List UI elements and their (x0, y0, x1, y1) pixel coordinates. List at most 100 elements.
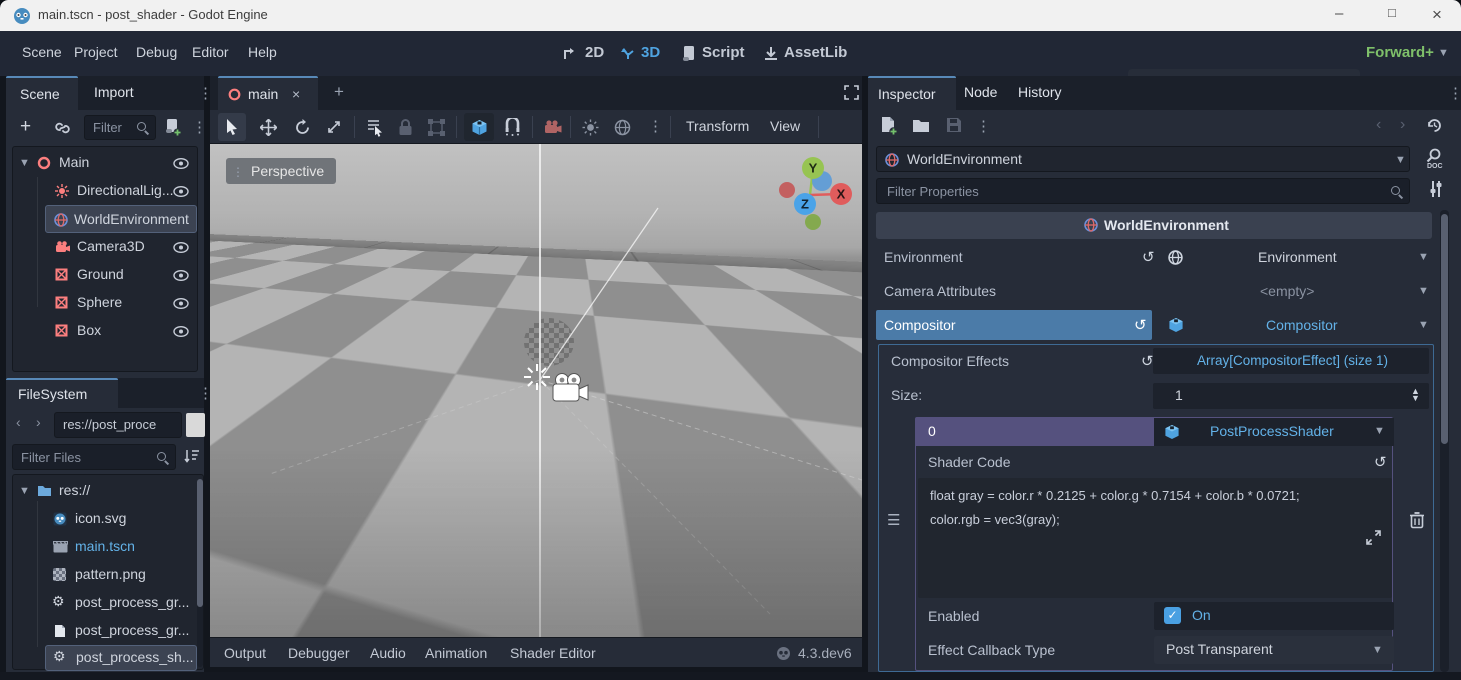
tab-main-scene[interactable]: main × (218, 76, 318, 110)
element-index-header[interactable]: 0 (916, 418, 1154, 446)
tab-inspector[interactable]: Inspector (868, 76, 956, 110)
expand-viewport-icon[interactable] (844, 85, 859, 100)
visibility-eye-icon[interactable] (173, 270, 189, 281)
tab-import[interactable]: Import (94, 84, 134, 100)
tree-row-main[interactable]: ▼ Main (13, 149, 197, 177)
workspace-script[interactable]: Script (702, 44, 745, 61)
class-section-header[interactable]: WorldEnvironment (876, 212, 1432, 239)
tab-history[interactable]: History (1018, 84, 1062, 100)
file-row-post-process-resource[interactable]: post_process_gr... (13, 617, 195, 645)
save-resource-icon[interactable] (946, 117, 962, 133)
file-row-post-process-grayscale[interactable]: ⚙ post_process_gr... (13, 589, 195, 617)
file-row-icon-svg[interactable]: icon.svg (13, 505, 195, 533)
bottom-tab-audio[interactable]: Audio (370, 645, 406, 661)
bottom-tab-animation[interactable]: Animation (425, 645, 487, 661)
inspector-tools-icon[interactable] (1428, 180, 1444, 198)
tree-row-camera3d[interactable]: Camera3D (13, 233, 197, 261)
checkbox-checked-icon[interactable]: ✓ (1164, 607, 1181, 624)
add-node-button[interactable]: + (20, 116, 31, 138)
history-back-icon[interactable]: ‹ (1376, 116, 1381, 134)
chevron-down-icon[interactable]: ▼ (1418, 285, 1429, 297)
visibility-eye-icon[interactable] (173, 186, 189, 197)
tab-scene[interactable]: Scene (6, 76, 78, 110)
revert-icon[interactable]: ↺ (1141, 352, 1154, 370)
workspace-3d[interactable]: 3D (641, 44, 660, 61)
file-filter-input[interactable]: Filter Files (12, 444, 176, 470)
visibility-eye-icon[interactable] (173, 298, 189, 309)
drag-handle-icon[interactable]: ☰ (887, 511, 900, 529)
view-options-dots-icon[interactable]: ⋮ (648, 117, 663, 135)
new-scene-tab-button[interactable]: + (334, 82, 344, 102)
prop-value[interactable]: Environment (1258, 249, 1337, 265)
local-space-toggle[interactable] (464, 113, 494, 141)
attach-script-icon[interactable] (164, 118, 182, 137)
tree-row-worldenvironment[interactable]: WorldEnvironment (45, 205, 197, 233)
minimize-button[interactable]: – (1335, 5, 1343, 22)
scale-tool-icon[interactable] (326, 119, 342, 135)
menu-scene[interactable]: Scene (22, 44, 62, 60)
tree-row-ground[interactable]: Ground (13, 261, 197, 289)
toggle-split-mode-button[interactable] (186, 413, 205, 437)
scene-filter-input[interactable]: Filter (84, 115, 156, 140)
tree-row-sphere[interactable]: Sphere (13, 289, 197, 317)
bottom-tab-output[interactable]: Output (224, 645, 266, 661)
camera-preview-icon[interactable] (544, 120, 562, 134)
prop-value[interactable]: Compositor (1266, 317, 1338, 333)
visibility-eye-icon[interactable] (173, 158, 189, 169)
file-row-post-process-shader[interactable]: ⚙ post_process_sh... (45, 645, 197, 671)
history-forward-icon[interactable]: › (1400, 116, 1405, 134)
visibility-eye-icon[interactable] (173, 242, 189, 253)
tree-row-box[interactable]: Box (13, 317, 197, 345)
close-tab-icon[interactable]: × (292, 86, 300, 102)
menu-debug[interactable]: Debug (136, 44, 177, 60)
new-resource-icon[interactable] (880, 116, 898, 136)
workspace-assetlib[interactable]: AssetLib (784, 44, 847, 61)
menu-help[interactable]: Help (248, 44, 277, 60)
tab-node[interactable]: Node (964, 84, 997, 100)
chevron-down-icon[interactable]: ▼ (1374, 425, 1385, 437)
open-docs-icon[interactable]: DOC (1424, 148, 1444, 170)
bottom-tab-debugger[interactable]: Debugger (288, 645, 350, 661)
load-resource-folder-icon[interactable] (912, 118, 930, 133)
path-input[interactable]: res://post_proce (54, 412, 182, 438)
renderer-selector[interactable]: Forward+ (1366, 44, 1434, 61)
renderer-chevron-down-icon[interactable]: ▼ (1438, 47, 1449, 59)
group-icon[interactable] (428, 119, 445, 136)
edited-object-selector[interactable]: WorldEnvironment ▼ (876, 146, 1410, 172)
file-row-main-tscn[interactable]: main.tscn (13, 533, 195, 561)
inspector-panel-menu-icon[interactable]: ⋮ (1448, 84, 1461, 102)
scene-tree-menu-icon[interactable]: ⋮ (192, 118, 207, 136)
chevron-down-icon[interactable]: ▼ (1418, 319, 1429, 331)
effect-callback-type-dropdown[interactable]: Post Transparent ▼ (1154, 636, 1394, 664)
view-axis-gizmo[interactable]: Y X Z (776, 146, 854, 234)
preview-environment-icon[interactable] (614, 119, 631, 136)
camera-gizmo-icon[interactable] (548, 372, 590, 406)
visibility-eye-icon[interactable] (173, 326, 189, 337)
delete-element-trash-icon[interactable] (1409, 511, 1425, 529)
prop-label-highlight[interactable]: Compositor ↺ (876, 310, 1152, 340)
scrollbar-thumb[interactable] (197, 479, 203, 607)
size-spinbox[interactable]: 1 ▲▼ (1153, 383, 1429, 409)
snap-magnet-icon[interactable] (504, 118, 521, 136)
array-value-button[interactable]: Array[CompositorEffect] (size 1) (1153, 348, 1429, 374)
close-button[interactable]: × (1432, 5, 1442, 25)
resource-options-dots-icon[interactable]: ⋮ (976, 117, 991, 135)
filter-properties-input[interactable]: Filter Properties (876, 178, 1410, 204)
instance-scene-icon[interactable] (54, 121, 71, 135)
spinner-arrows-icon[interactable]: ▲▼ (1411, 388, 1420, 402)
nav-forward-icon[interactable]: › (36, 414, 41, 430)
sort-files-icon[interactable] (184, 448, 200, 464)
move-tool-icon[interactable] (260, 119, 277, 136)
file-row-res[interactable]: ▼ res:// (13, 477, 195, 505)
tab-filesystem[interactable]: FileSystem (6, 378, 118, 408)
workspace-2d[interactable]: 2D (585, 44, 604, 61)
shader-code-editor[interactable]: float gray = color.r * 0.2125 + color.g … (918, 478, 1392, 598)
collapse-chevron-icon[interactable]: ▼ (19, 157, 30, 169)
preview-sun-icon[interactable] (582, 119, 599, 136)
list-select-icon[interactable] (366, 118, 384, 137)
view-menu[interactable]: View (770, 118, 800, 134)
perspective-menu[interactable]: ⋮Perspective (226, 158, 336, 184)
bottom-tab-shader-editor[interactable]: Shader Editor (510, 645, 596, 661)
inspector-scrollbar-thumb[interactable] (1441, 214, 1448, 444)
file-tree-scrollbar[interactable] (197, 479, 203, 667)
